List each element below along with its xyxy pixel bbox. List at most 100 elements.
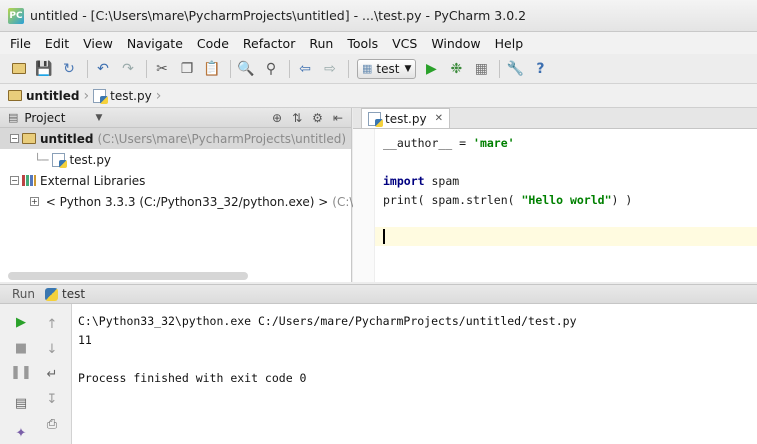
menu-file[interactable]: File: [10, 36, 31, 51]
breadcrumb-project-label: untitled: [26, 88, 80, 103]
code-line: import spam: [383, 172, 632, 191]
layout-icon[interactable]: ▤: [12, 394, 30, 412]
collapse-toggle-icon[interactable]: −: [10, 134, 19, 143]
expand-toggle-icon[interactable]: +: [30, 197, 39, 206]
python-file-icon: [52, 152, 68, 168]
collapse-all-icon[interactable]: ⇅: [292, 111, 302, 125]
editor-tab-bar: test.py ✕: [353, 108, 757, 129]
run-panel-title: Run: [12, 287, 36, 301]
arrow-down-icon[interactable]: ↓: [43, 340, 61, 358]
breadcrumb-separator-icon: ›: [83, 87, 90, 104]
run-panel-header: Run test: [0, 284, 757, 304]
menu-code[interactable]: Code: [197, 36, 229, 51]
menu-help[interactable]: Help: [495, 36, 524, 51]
stop-icon[interactable]: ■: [12, 339, 30, 357]
code-area[interactable]: __author__ = 'mare' import spam print( s…: [383, 134, 632, 210]
folder-icon: [8, 90, 22, 101]
python-file-icon: [93, 88, 109, 104]
open-folder-icon[interactable]: [8, 58, 30, 80]
run-toolbar: ▶ ↑ ■ ↓ ❚❚ ↵ ▤ ↧ ⎙ ✦: [0, 304, 72, 444]
project-tree: − untitled (C:\Users\mare\PycharmProject…: [0, 128, 353, 212]
redo-icon[interactable]: ↷: [117, 58, 139, 80]
breadcrumb-project[interactable]: untitled: [8, 89, 80, 103]
scroll-to-end-icon[interactable]: ↧: [43, 390, 61, 408]
paste-icon[interactable]: 📋: [201, 58, 223, 80]
toolbar-divider: [348, 59, 349, 78]
current-line-highlight: [375, 227, 757, 246]
tree-branch-icon: └─: [34, 152, 49, 167]
code-keyword: import: [383, 174, 425, 188]
breadcrumb: untitled › test.py ›: [0, 84, 757, 108]
toolbar-divider: [87, 59, 88, 78]
menu-vcs[interactable]: VCS: [392, 36, 417, 51]
pause-icon[interactable]: ❚❚: [10, 363, 32, 381]
chevron-down-icon[interactable]: ▼: [95, 113, 102, 123]
toolbar-divider: [499, 59, 501, 78]
run-config-dropdown[interactable]: ▦ test ▼: [357, 58, 417, 79]
code-text: ) ): [611, 193, 633, 207]
pin-icon[interactable]: ✦: [12, 424, 30, 442]
tree-file-label: test.py: [69, 152, 112, 167]
collapse-toggle-icon[interactable]: −: [10, 176, 19, 185]
console-line: 11: [78, 333, 92, 347]
tree-item-python-sdk[interactable]: + < Python 3.3.3 (C:/Python33_32/python.…: [0, 191, 353, 212]
run-config-name[interactable]: test: [62, 287, 85, 301]
help-icon[interactable]: ?: [529, 58, 551, 80]
menu-edit[interactable]: Edit: [45, 36, 69, 51]
save-icon[interactable]: 💾: [33, 58, 55, 80]
close-icon[interactable]: ✕: [435, 113, 443, 124]
console-line: C:\Python33_32\python.exe C:/Users/mare/…: [78, 314, 577, 328]
debug-icon[interactable]: ❉: [445, 58, 467, 80]
code-string: 'mare': [473, 136, 515, 150]
print-icon[interactable]: ⎙: [43, 415, 61, 433]
gear-icon[interactable]: ⚙: [312, 111, 323, 125]
project-view-icon: ▤: [8, 111, 19, 124]
hide-panel-icon[interactable]: ⇤: [333, 111, 343, 125]
undo-icon[interactable]: ↶: [92, 58, 114, 80]
tab-test-py[interactable]: test.py ✕: [361, 108, 450, 128]
console-output[interactable]: C:\Python33_32\python.exe C:/Users/mare/…: [78, 312, 577, 388]
sync-icon[interactable]: ↻: [58, 58, 80, 80]
soft-wrap-icon[interactable]: ↵: [43, 365, 61, 383]
code-line: print( spam.strlen( "Hello world") ): [383, 191, 632, 210]
menu-run[interactable]: Run: [309, 36, 333, 51]
toolbar-divider: [289, 59, 290, 78]
menu-view[interactable]: View: [83, 36, 113, 51]
menu-bar: File Edit View Navigate Code Refactor Ru…: [0, 32, 757, 54]
pycharm-logo-icon: PC: [8, 7, 24, 24]
menu-navigate[interactable]: Navigate: [127, 36, 183, 51]
menu-tools[interactable]: Tools: [347, 36, 378, 51]
menu-refactor[interactable]: Refactor: [243, 36, 295, 51]
code-text: spam: [424, 174, 460, 188]
arrow-up-icon[interactable]: ↑: [43, 315, 61, 333]
python-config-icon: ▦: [362, 62, 373, 75]
menu-window[interactable]: Window: [431, 36, 480, 51]
title-bar: PC untitled - [C:\Users\mare\PycharmProj…: [0, 0, 757, 32]
breadcrumb-file[interactable]: test.py: [93, 88, 152, 104]
horizontal-scrollbar[interactable]: [8, 272, 248, 280]
tree-item-file[interactable]: └─ test.py: [0, 149, 351, 170]
main-toolbar: 💾 ↻ ↶ ↷ ✂ ❐ 📋 🔍 ⚲ ⇦ ⇨ ▦ test ▼ ▶ ❉ ▦ 🔧 ?: [0, 54, 757, 84]
run-icon[interactable]: ▶: [420, 58, 442, 80]
forward-icon[interactable]: ⇨: [319, 58, 341, 80]
scroll-from-source-icon[interactable]: ⊕: [272, 111, 282, 125]
project-panel-header: ▤ Project ▼ ⊕ ⇅ ⚙ ⇤: [0, 108, 351, 128]
replace-icon[interactable]: ⚲: [260, 58, 282, 80]
tree-item-root[interactable]: − untitled (C:\Users\mare\PycharmProject…: [0, 128, 351, 149]
coverage-icon[interactable]: ▦: [470, 58, 492, 80]
toolbar-divider: [230, 59, 231, 78]
tree-python-label: < Python 3.3.3 (C:/Python33_32/python.ex…: [45, 194, 329, 209]
settings-icon[interactable]: 🔧: [504, 58, 526, 80]
copy-icon[interactable]: ❐: [176, 58, 198, 80]
cut-icon[interactable]: ✂: [151, 58, 173, 80]
find-icon[interactable]: 🔍: [235, 58, 257, 80]
python-file-icon: [368, 111, 383, 127]
tree-root-label: untitled: [40, 131, 94, 146]
rerun-icon[interactable]: ▶: [12, 313, 30, 331]
tree-item-libraries[interactable]: − External Libraries: [0, 170, 351, 191]
breadcrumb-separator-icon: ›: [155, 87, 162, 104]
back-icon[interactable]: ⇦: [294, 58, 316, 80]
project-panel-title[interactable]: Project: [24, 111, 65, 125]
